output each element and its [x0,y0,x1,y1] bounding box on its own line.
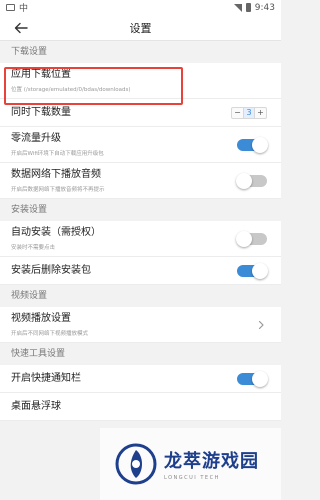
auto-install-row: 自动安装（需授权） 安装时不需要点击 [0,221,281,257]
chevron-right-icon [258,320,264,329]
toggle-knob [252,262,268,279]
toggle-knob [236,230,252,247]
watermark: 龙萃游戏园 LONGCUI TECH [100,428,281,500]
zero-traffic-toggle[interactable] [237,136,268,153]
section-header-install: 安装设置 [0,199,281,221]
section-header-download: 下载设置 [0,41,281,63]
notification-bar-toggle[interactable] [237,370,268,387]
audio-on-data-toggle[interactable] [236,172,267,189]
carrier-label: 中 [19,4,29,14]
video-playback-row[interactable]: 视频播放设置 开启后不同网络下视频播放模式 [0,307,281,343]
dragon-logo-icon [115,443,157,485]
delete-package-row: 安装后删除安装包 [0,257,281,285]
download-location-row[interactable]: 应用下载位置 位置 (/storage/emulated/0/bdas/down… [0,63,281,99]
title-bar: 设置 [0,15,281,41]
audio-on-data-title: 数据网络下播放音频 [11,169,101,180]
video-playback-title: 视频播放设置 [11,313,71,324]
floating-ball-row: 桌面悬浮球 [0,393,281,421]
auto-install-description: 安装时不需要点击 [11,245,56,251]
download-location-path: 位置 (/storage/emulated/0/bdas/downloads) [11,87,131,93]
stepper-value: 3 [243,107,255,118]
back-arrow-icon[interactable] [12,19,30,37]
concurrent-downloads-row: 同时下载数量 − 3 + [0,99,281,127]
notification-bar-row: 开启快捷通知栏 [0,365,281,393]
notification-icon [6,4,15,11]
section-header-video: 视频设置 [0,285,281,307]
notification-bar-title: 开启快捷通知栏 [11,372,81,384]
signal-icon [233,3,242,12]
page-title: 设置 [129,21,152,35]
battery-icon [245,3,251,12]
toggle-knob [252,136,268,153]
section-header-quick-tools: 快速工具设置 [0,343,281,365]
delete-package-toggle[interactable] [237,262,268,279]
auto-install-toggle[interactable] [236,230,267,247]
watermark-title: 龙萃游戏园 [164,451,259,472]
stepper-plus-button[interactable]: + [255,108,266,118]
auto-install-title: 自动安装（需授权） [11,227,101,238]
stepper-minus-button[interactable]: − [232,108,243,118]
concurrent-downloads-stepper[interactable]: − 3 + [231,106,267,119]
audio-on-data-description: 开启后数据网络下播放音频将不再提示 [11,187,105,193]
watermark-subtitle: LONGCUI TECH [164,475,220,481]
zero-traffic-title: 零流量升级 [11,133,61,144]
zero-traffic-row: 零流量升级 开启后Wifi环境下自动下载应用升级包 [0,127,281,163]
floating-ball-title: 桌面悬浮球 [11,400,61,412]
zero-traffic-description: 开启后Wifi环境下自动下载应用升级包 [11,151,104,157]
concurrent-downloads-title: 同时下载数量 [11,106,71,118]
video-playback-description: 开启后不同网络下视频播放模式 [11,331,89,337]
status-bar: 中 9:43 [0,0,281,15]
clock: 9:43 [254,2,275,13]
delete-package-title: 安装后删除安装包 [11,264,91,276]
audio-on-data-row: 数据网络下播放音频 开启后数据网络下播放音频将不再提示 [0,163,281,199]
download-location-title: 应用下载位置 [11,69,71,80]
toggle-knob [252,370,268,387]
toggle-knob [236,172,252,189]
